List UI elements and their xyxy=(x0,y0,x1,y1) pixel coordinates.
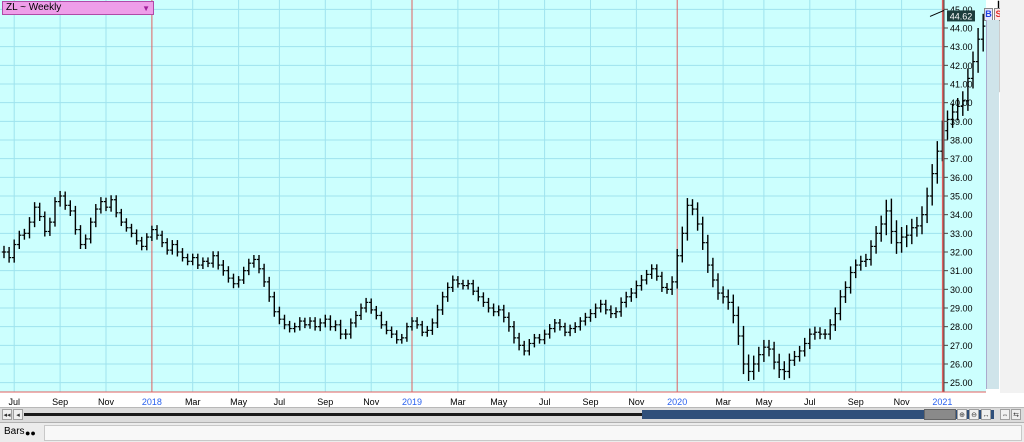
y-tick-label: 31.00 xyxy=(950,266,973,276)
scroll-right-icon[interactable] xyxy=(924,409,956,420)
symbol-selector[interactable]: ZL ~ Weekly ▼ xyxy=(2,1,154,15)
y-tick-label: 34.00 xyxy=(950,210,973,220)
horizontal-scrollbar[interactable]: ◂◂ ◂ ⊕ ⊖ ↔ ⇔ ⇆ xyxy=(0,407,1024,422)
symbol-title: ZL ~ Weekly xyxy=(6,2,62,13)
y-tick-label: 37.00 xyxy=(950,154,973,164)
x-tick-label: 2019 xyxy=(402,397,422,407)
x-tick-label: Mar xyxy=(715,397,731,407)
chevron-down-icon[interactable]: ▼ xyxy=(142,3,150,15)
y-tick-label: 29.00 xyxy=(950,304,973,314)
x-tick-label: Sep xyxy=(582,397,598,407)
bottom-bar: Bars ●● xyxy=(0,422,1024,442)
collapse-icon[interactable]: ⇆ xyxy=(1011,409,1021,420)
scroll-left-icon[interactable]: ◂ xyxy=(13,409,23,420)
price-scale-scrollbar[interactable] xyxy=(986,20,999,389)
x-tick-label: 2018 xyxy=(142,397,162,407)
x-tick-label: Sep xyxy=(317,397,333,407)
last-price-label: 44.62 xyxy=(950,11,973,21)
expand-icon[interactable]: ⇔ xyxy=(1000,409,1010,420)
study-tab-bar[interactable] xyxy=(44,425,1022,441)
x-tick-label: May xyxy=(755,397,773,407)
y-tick-label: 38.00 xyxy=(950,136,973,146)
y-tick-label: 33.00 xyxy=(950,229,973,239)
y-tick-label: 32.00 xyxy=(950,248,973,258)
y-tick-label: 44.00 xyxy=(950,24,973,34)
y-tick-label: 27.00 xyxy=(950,341,973,351)
x-tick-label: May xyxy=(490,397,508,407)
y-tick-label: 41.00 xyxy=(950,80,973,90)
x-tick-label: Nov xyxy=(363,397,380,407)
y-tick-label: 25.00 xyxy=(950,378,973,388)
y-tick-label: 43.00 xyxy=(950,42,973,52)
price-chart[interactable]: 25.00 26.00 27.00 28.00 29.00 30.00 31.00 32.00… xyxy=(0,0,1024,407)
x-tick-label: Nov xyxy=(628,397,645,407)
y-tick-label: 30.00 xyxy=(950,285,973,295)
x-tick-label: Mar xyxy=(450,397,466,407)
zoom-out-icon[interactable]: ⊖ xyxy=(969,409,979,420)
bars-label[interactable]: Bars xyxy=(4,426,25,437)
x-tick-label: Jul xyxy=(804,397,816,407)
x-tick-label: Mar xyxy=(185,397,201,407)
right-panel xyxy=(1000,0,1024,393)
y-tick-label: 28.00 xyxy=(950,322,973,332)
x-tick-label: May xyxy=(230,397,248,407)
x-tick-label: 2020 xyxy=(667,397,687,407)
scroll-track[interactable] xyxy=(24,413,642,416)
y-tick-label: 35.00 xyxy=(950,192,973,202)
y-tick-label: 39.00 xyxy=(950,117,973,127)
x-tick-label: Nov xyxy=(894,397,911,407)
x-tick-label: Nov xyxy=(98,397,115,407)
x-tick-label: Sep xyxy=(848,397,864,407)
y-tick-label: 42.00 xyxy=(950,61,973,71)
x-tick-label: Jul xyxy=(274,397,286,407)
y-tick-label: 36.00 xyxy=(950,173,973,183)
fit-icon[interactable]: ↔ xyxy=(981,409,991,420)
scroll-first-icon[interactable]: ◂◂ xyxy=(2,409,12,420)
x-tick-label: 2021 xyxy=(932,397,952,407)
x-tick-label: Sep xyxy=(52,397,68,407)
x-tick-label: Jul xyxy=(8,397,20,407)
y-tick-label: 40.00 xyxy=(950,98,973,108)
x-tick-label: Jul xyxy=(539,397,551,407)
y-tick-label: 26.00 xyxy=(950,360,973,370)
zoom-in-icon[interactable]: ⊕ xyxy=(957,409,967,420)
bars-toggle-icon[interactable]: ●● xyxy=(25,428,36,438)
